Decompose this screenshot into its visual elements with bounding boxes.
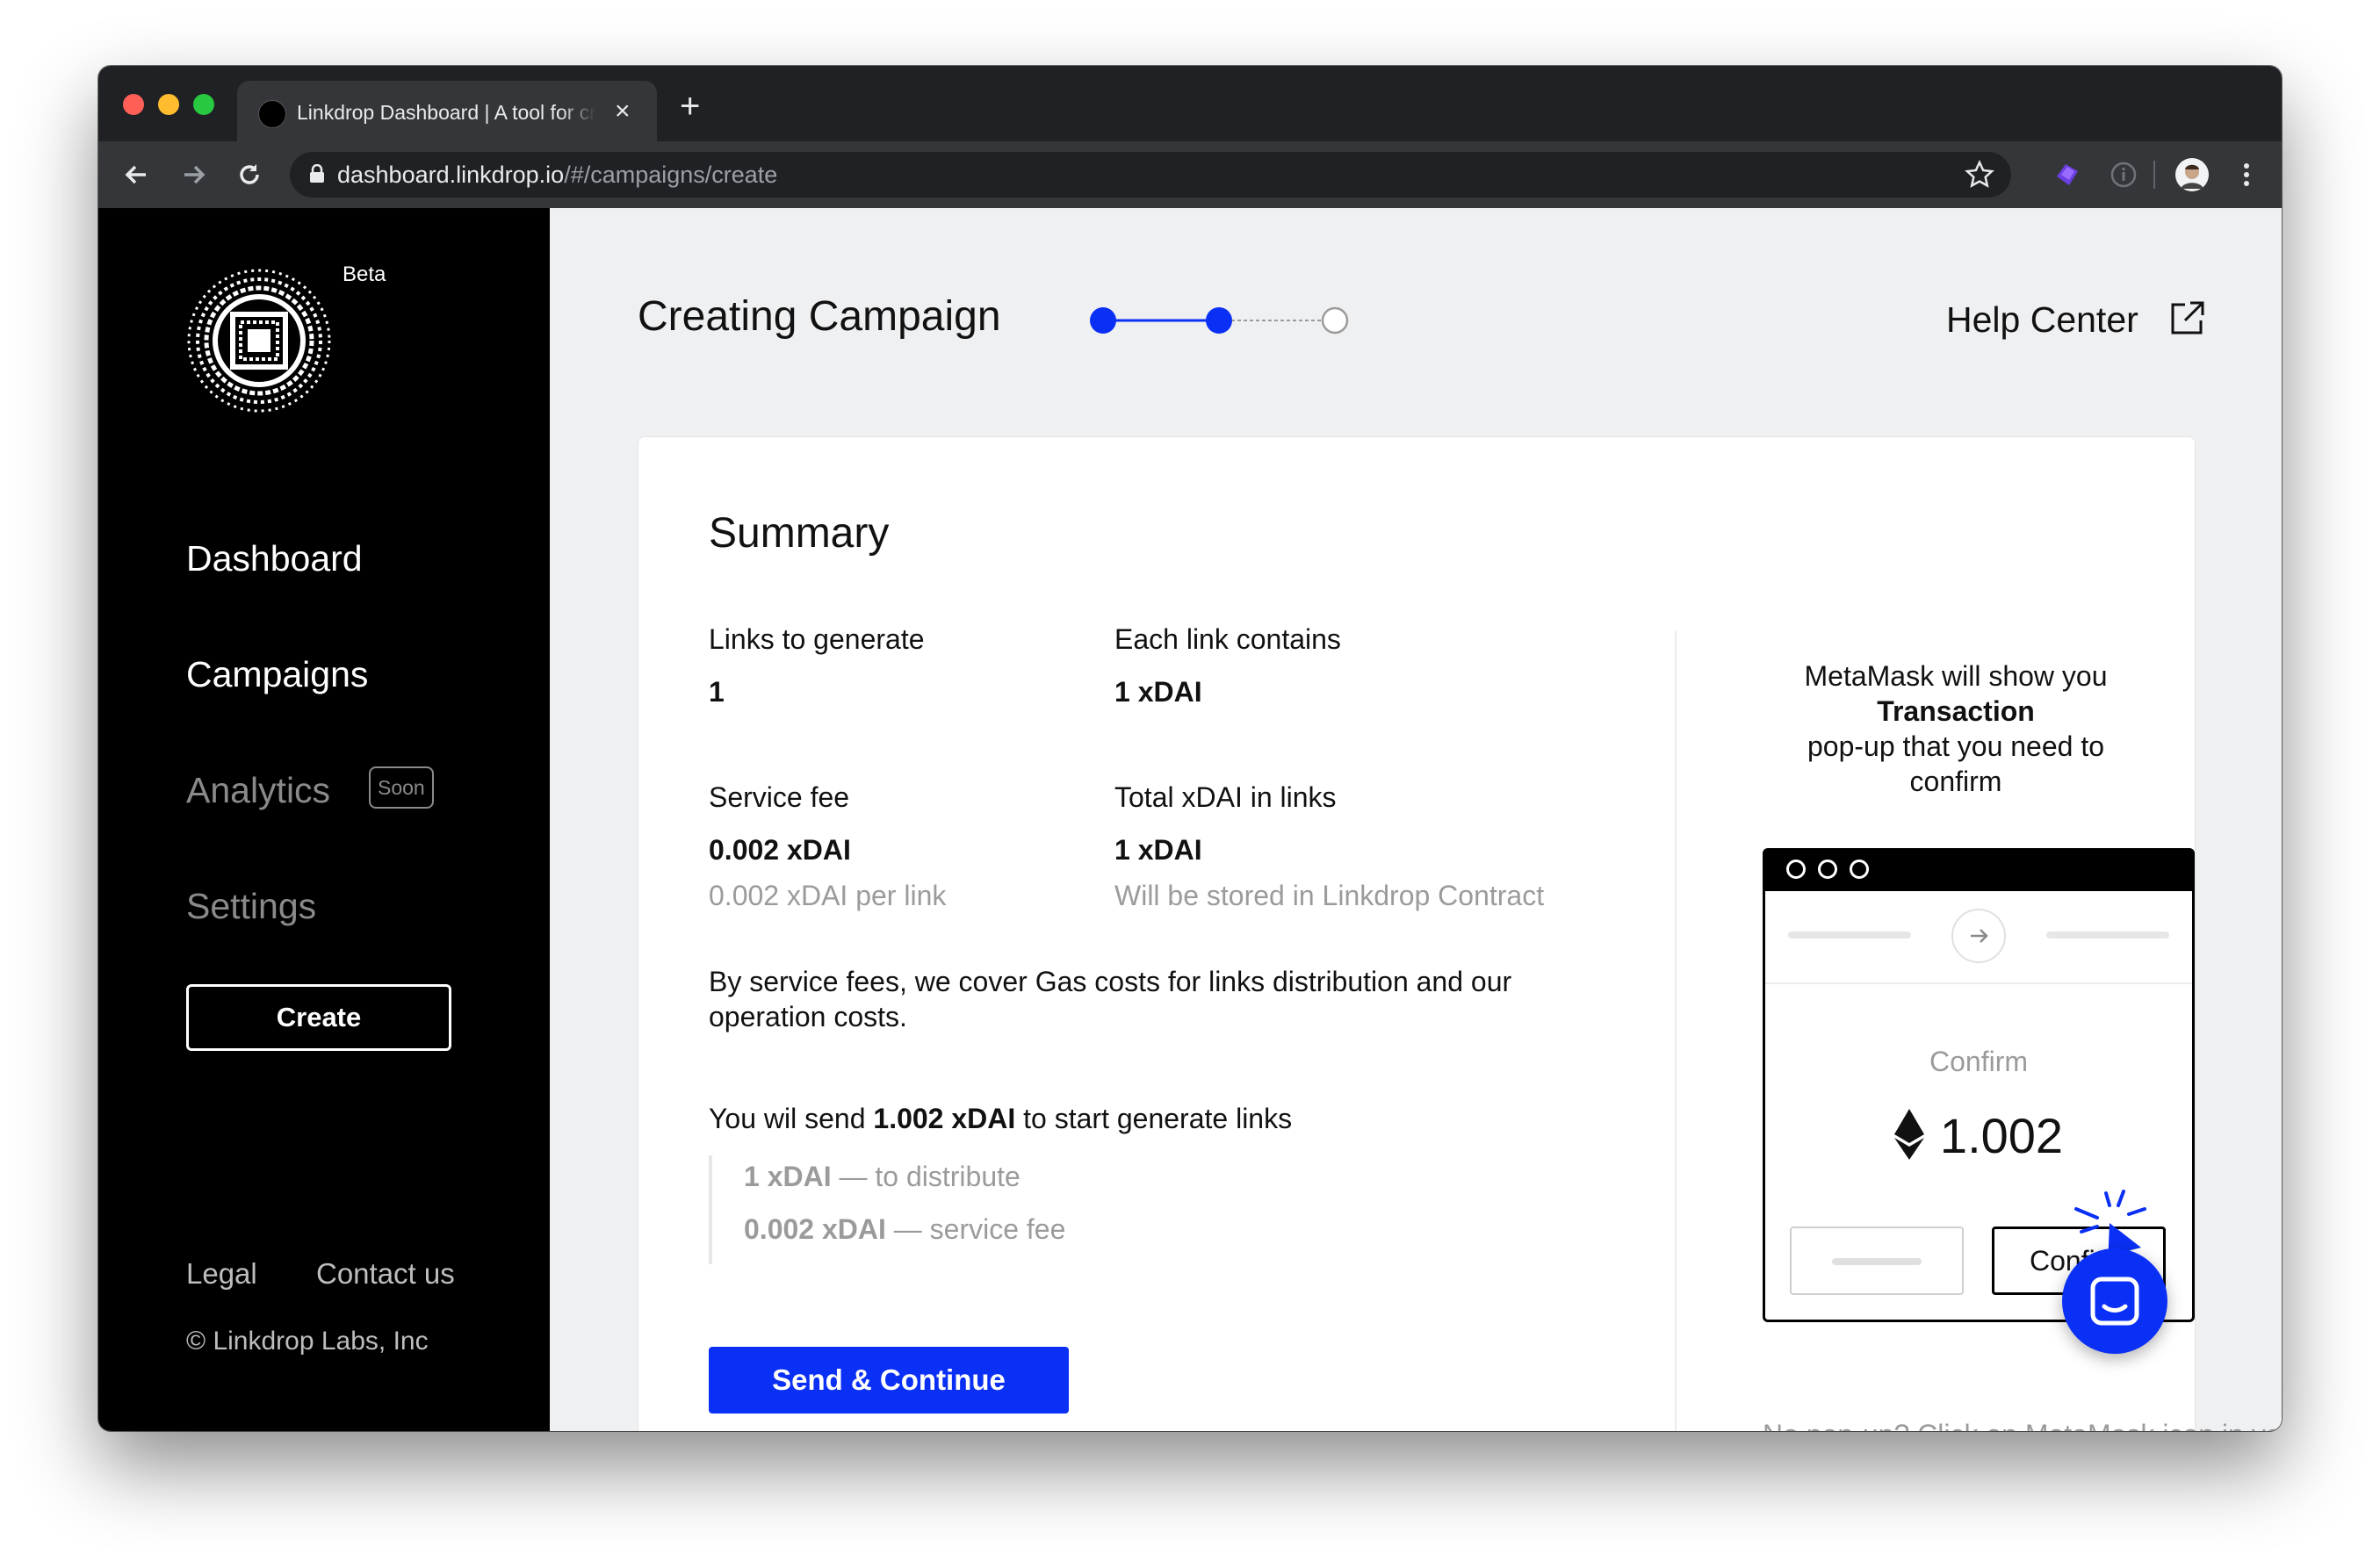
create-button[interactable]: Create xyxy=(186,984,451,1051)
breakdown-rule xyxy=(709,1155,712,1264)
page: Beta Dashboard Campaigns Analytics Soon … xyxy=(98,208,2282,1431)
contact-us-link[interactable]: Contact us xyxy=(316,1257,455,1291)
column-divider xyxy=(1675,630,1677,1431)
total-in-links-note: Will be stored in Linkdrop Contract xyxy=(1114,880,1545,911)
linkdrop-logo[interactable] xyxy=(184,266,334,415)
sidebar-item-dashboard[interactable]: Dashboard xyxy=(186,536,363,580)
profile-avatar[interactable] xyxy=(2174,157,2210,192)
page-title: Creating Campaign xyxy=(638,293,1001,340)
step-2 xyxy=(1206,307,1232,334)
legal-link[interactable]: Legal xyxy=(186,1257,257,1291)
info-icon[interactable] xyxy=(2106,157,2141,192)
popup-titlebar xyxy=(1765,851,2192,891)
step-1 xyxy=(1090,307,1116,334)
arrow-right-icon xyxy=(1951,909,2006,963)
fee-explanation: By service fees, we cover Gas costs for … xyxy=(709,966,1512,1032)
step-3 xyxy=(1321,306,1349,334)
extension-icon[interactable] xyxy=(2050,157,2085,192)
breakdown-item: 0.002 xDAI — service fee xyxy=(744,1213,1066,1245)
tab-title: Linkdrop Dashboard | A tool for creating… xyxy=(297,99,595,126)
total-in-links-value: 1 xDAI xyxy=(1114,834,1202,866)
summary-card: Summary Links to generate 1 Each link co… xyxy=(638,436,2282,1431)
beta-badge: Beta xyxy=(343,263,386,286)
ethereum-icon xyxy=(1893,1109,1924,1160)
send-amount: 1.002 xDAI xyxy=(873,1103,1016,1134)
each-link-contains-label: Each link contains xyxy=(1114,623,1341,655)
sidebar-item-campaigns[interactable]: Campaigns xyxy=(186,652,368,696)
popup-amount: 1.002 xyxy=(1765,1105,2192,1167)
external-link-icon[interactable] xyxy=(2167,299,2206,338)
service-fee-label: Service fee xyxy=(709,781,850,813)
soon-badge: Soon xyxy=(369,766,434,809)
browser-toolbar: dashboard.linkdrop.io/#/campaigns/create xyxy=(98,141,2282,208)
service-fee-note: 0.002 xDAI per link xyxy=(709,880,947,911)
url-text: dashboard.linkdrop.io/#/campaigns/create xyxy=(337,162,778,188)
close-window-button[interactable] xyxy=(123,94,144,115)
send-continue-button[interactable]: Send & Continue xyxy=(709,1347,1069,1414)
copyright: © Linkdrop Labs, Inc xyxy=(186,1327,429,1356)
forward-icon[interactable] xyxy=(176,157,211,192)
main-content: Creating Campaign Help Center Summary Li… xyxy=(550,208,2282,1431)
browser-window: Linkdrop Dashboard | A tool for creating… xyxy=(98,66,2282,1431)
sidebar: Beta Dashboard Campaigns Analytics Soon … xyxy=(98,208,550,1431)
no-popup-hint: No pop-up? Click on MetaMask icon in you… xyxy=(1763,1417,2282,1431)
toolbar-divider xyxy=(2153,161,2155,189)
lock-icon xyxy=(310,164,324,183)
plus-icon[interactable]: + xyxy=(680,89,700,124)
star-icon[interactable] xyxy=(1964,159,1995,191)
chat-icon xyxy=(2090,1277,2139,1326)
popup-reject-button xyxy=(1790,1226,1964,1295)
breakdown-item: 1 xDAI — to distribute xyxy=(744,1161,1021,1192)
popup-confirm-label: Confirm xyxy=(1929,1046,2028,1077)
browser-tab[interactable]: Linkdrop Dashboard | A tool for creating… xyxy=(237,81,657,141)
metamask-instructions: MetaMask will show you Transaction pop-u… xyxy=(1804,660,2108,797)
service-fee-value: 0.002 xDAI xyxy=(709,834,851,866)
links-to-generate-label: Links to generate xyxy=(709,623,925,655)
total-in-links-label: Total xDAI in links xyxy=(1114,781,1337,813)
each-link-contains-value: 1 xDAI xyxy=(1114,676,1202,708)
back-icon[interactable] xyxy=(119,157,155,192)
links-to-generate-value: 1 xyxy=(709,676,725,708)
sidebar-item-settings[interactable]: Settings xyxy=(186,884,316,928)
summary-title: Summary xyxy=(709,510,890,557)
help-center-link[interactable]: Help Center xyxy=(1946,298,2138,342)
sidebar-item-analytics[interactable]: Analytics Soon xyxy=(186,766,434,812)
address-bar[interactable]: dashboard.linkdrop.io/#/campaigns/create xyxy=(290,152,2011,198)
reload-icon[interactable] xyxy=(232,157,267,192)
sidebar-item-label: Analytics xyxy=(186,770,331,810)
tab-favicon xyxy=(258,100,286,128)
chat-support-button[interactable] xyxy=(2062,1248,2167,1354)
progress-stepper xyxy=(1090,306,1349,334)
send-summary: You wil send 1.002 xDAI to start generat… xyxy=(709,1103,1293,1134)
tab-strip: Linkdrop Dashboard | A tool for creating… xyxy=(98,66,2282,141)
close-icon[interactable]: × xyxy=(615,97,631,126)
menu-dots-icon[interactable] xyxy=(2229,157,2264,192)
maximize-window-button[interactable] xyxy=(193,94,214,115)
minimize-window-button[interactable] xyxy=(158,94,179,115)
